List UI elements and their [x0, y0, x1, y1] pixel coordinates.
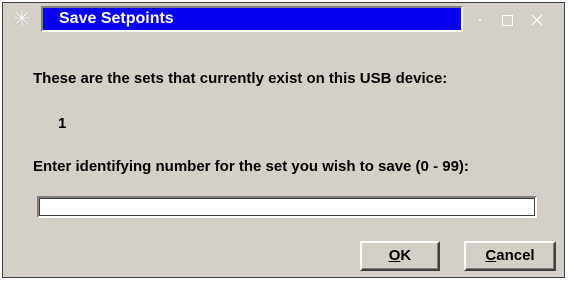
cancel-button[interactable]: Cancel — [464, 241, 556, 271]
window-title: Save Setpoints — [41, 6, 463, 32]
set-number-label: Enter identifying number for the set you… — [33, 158, 469, 175]
ok-button[interactable]: OK — [360, 241, 440, 271]
set-number-input[interactable] — [37, 196, 537, 218]
existing-sets-label: These are the sets that currently exist … — [33, 70, 448, 87]
ok-label-rest: K — [400, 247, 412, 264]
ok-mnemonic: O — [388, 247, 401, 264]
title-bar[interactable]: ✳ Save Setpoints — [3, 3, 564, 37]
existing-sets-value: 1 — [58, 115, 67, 132]
minimize-icon[interactable] — [473, 12, 489, 28]
maximize-icon[interactable] — [499, 12, 515, 28]
cancel-mnemonic: C — [485, 247, 497, 264]
asterisk-icon[interactable]: ✳ — [11, 8, 33, 30]
save-setpoints-dialog: ✳ Save Setpoints These are the sets that… — [2, 2, 565, 278]
cancel-label-rest: ancel — [496, 247, 535, 264]
close-icon[interactable] — [529, 12, 545, 28]
